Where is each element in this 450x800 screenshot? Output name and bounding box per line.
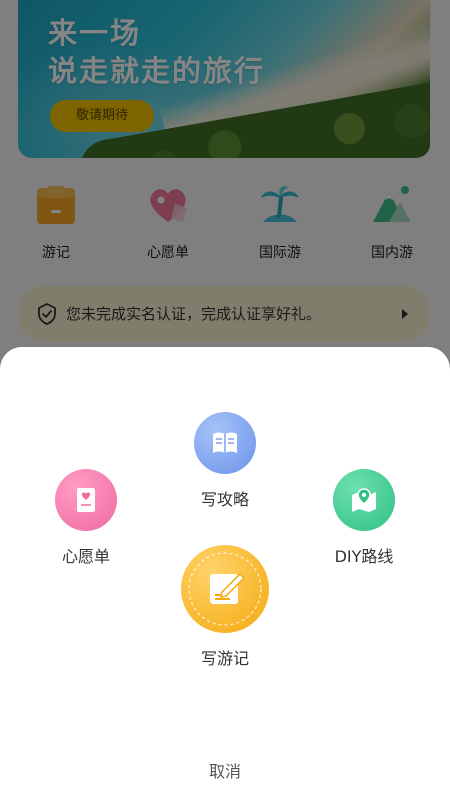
write-travelogue-label: 写游记 bbox=[200, 649, 249, 668]
pencil-note-icon bbox=[181, 545, 269, 633]
cancel-button[interactable]: 取消 bbox=[175, 758, 275, 786]
write-guide-button[interactable]: 写攻略 bbox=[175, 412, 275, 510]
write-guide-label: 写攻略 bbox=[200, 490, 249, 509]
wishlist-button[interactable]: 心愿单 bbox=[36, 469, 136, 567]
write-travelogue-button[interactable]: 写游记 bbox=[165, 545, 285, 669]
wishlist-label: 心愿单 bbox=[61, 547, 110, 566]
wishlist-card-icon bbox=[55, 469, 117, 531]
diy-route-button[interactable]: DIY路线 bbox=[314, 469, 414, 567]
diy-route-label: DIY路线 bbox=[334, 547, 394, 566]
book-icon bbox=[194, 412, 256, 474]
map-pin-icon bbox=[333, 469, 395, 531]
